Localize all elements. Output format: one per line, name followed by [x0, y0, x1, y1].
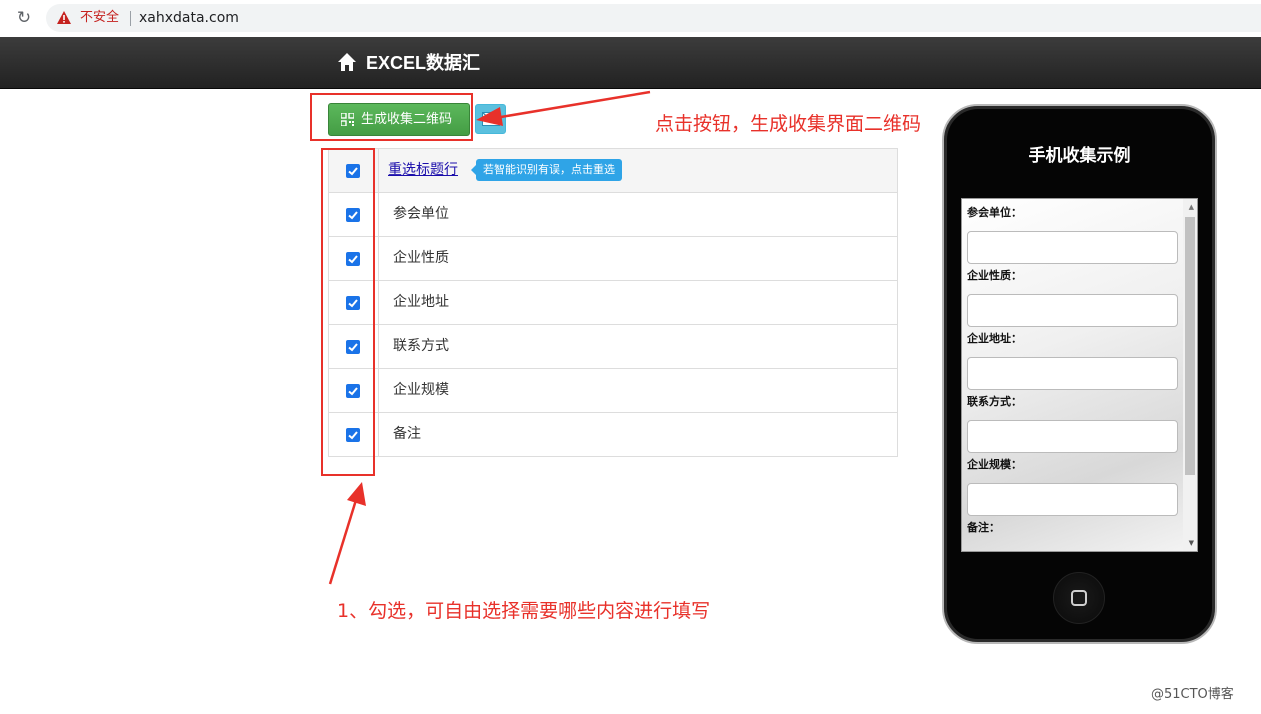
watermark: @51CTO博客 [1151, 687, 1234, 702]
row-label: 企业性质 [393, 250, 449, 266]
address-separator [130, 11, 131, 26]
button-hint-annotation: 点击按钮，生成收集界面二维码 [655, 113, 922, 135]
row-label: 参会单位 [393, 206, 449, 222]
row-label: 企业规模 [393, 382, 449, 398]
phone-field-label: 企业性质： [967, 269, 1022, 282]
home-icon[interactable] [337, 52, 357, 72]
row-label: 备注 [393, 426, 421, 442]
phone-field-label: 企业地址： [967, 332, 1022, 345]
table-row: 联系方式 [329, 325, 897, 369]
phone-field-input[interactable] [967, 294, 1178, 327]
arrow-to-button [494, 90, 651, 120]
field-table: 重选标题行 若智能识别有误，点击重选 参会单位 企业性质 企业地址 联系方式 企… [328, 148, 898, 457]
phone-field-label: 参会单位： [967, 206, 1022, 219]
phone-title: 手机收集示例 [1028, 146, 1131, 166]
table-row: 企业地址 [329, 281, 897, 325]
header-tooltip: 若智能识别有误，点击重选 [471, 159, 622, 181]
reload-icon[interactable]: ↻ [14, 8, 34, 28]
table-row: 备注 [329, 413, 897, 457]
highlight-box-checkboxes [321, 148, 375, 476]
security-label[interactable]: 不安全 [80, 9, 119, 27]
phone-field-label: 备注： [967, 521, 1000, 534]
url-text[interactable]: xahxdata.com [139, 9, 239, 27]
arrow-head-checkboxes [347, 482, 366, 506]
checkbox-hint-annotation: 1、勾选，可自由选择需要哪些内容进行填写 [337, 600, 711, 622]
table-row: 参会单位 [329, 193, 897, 237]
phone-screen: 参会单位： 企业性质： 企业地址： 联系方式： 企业规模： 备注： ▲ ▼ [961, 198, 1198, 552]
top-navbar [0, 37, 1261, 89]
phone-field-input[interactable] [967, 357, 1178, 390]
phone-field-label: 联系方式： [967, 395, 1022, 408]
highlight-box-button [310, 93, 473, 141]
phone-field-label: 企业规模： [967, 458, 1022, 471]
phone-field-input[interactable] [967, 420, 1178, 453]
scroll-up-icon[interactable]: ▲ [1189, 203, 1194, 211]
scrollbar-thumb[interactable] [1185, 217, 1195, 475]
row-label: 企业地址 [393, 294, 449, 310]
phone-field-input[interactable] [967, 483, 1178, 516]
home-square-icon [1071, 590, 1087, 606]
table-row: 企业性质 [329, 237, 897, 281]
warning-icon [57, 11, 71, 24]
row-label: 联系方式 [393, 338, 449, 354]
phone-home-button [1053, 572, 1105, 624]
table-row: 企业规模 [329, 369, 897, 413]
envelope-icon [482, 112, 500, 126]
phone-field-input[interactable] [967, 231, 1178, 264]
send-mail-button[interactable] [475, 104, 506, 134]
arrow-to-checkboxes [328, 499, 358, 585]
reselect-header-link[interactable]: 重选标题行 [388, 161, 458, 179]
brand-title[interactable]: EXCEL数据汇 [366, 52, 480, 74]
table-header-row: 重选标题行 若智能识别有误，点击重选 [329, 149, 897, 193]
scroll-down-icon[interactable]: ▼ [1189, 539, 1194, 547]
phone-scrollbar[interactable]: ▲ ▼ [1183, 199, 1197, 551]
